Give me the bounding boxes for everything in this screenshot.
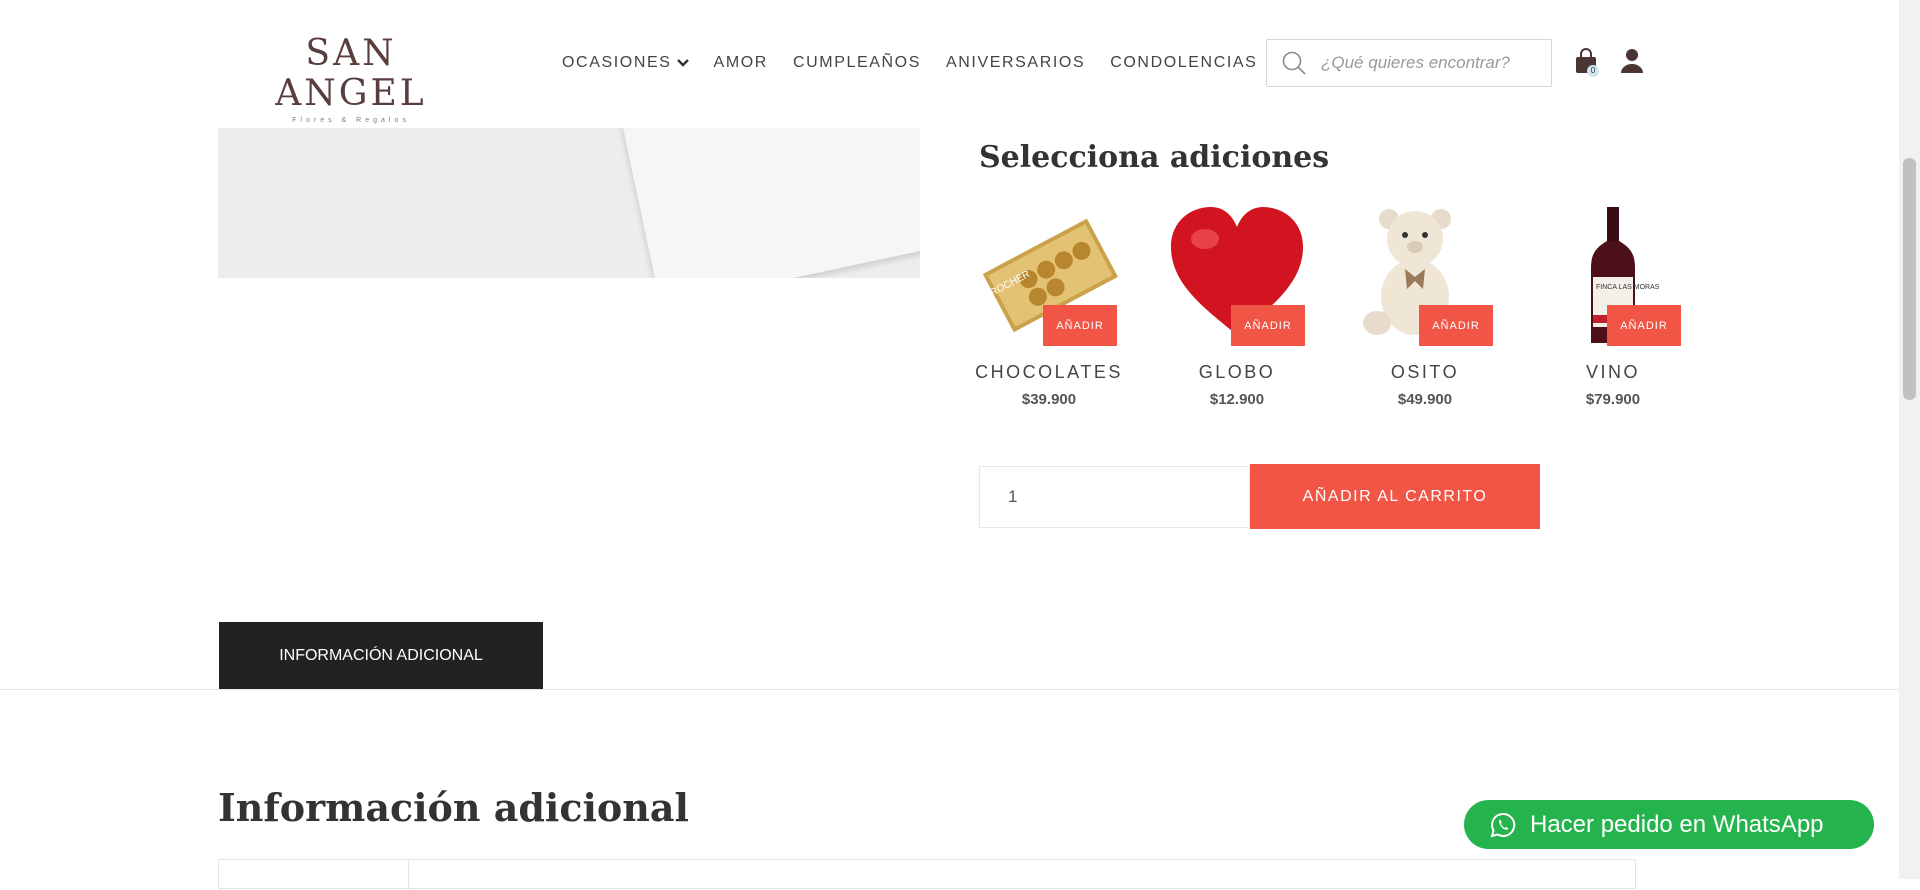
addon-price: $79.900 <box>1585 391 1641 408</box>
addon-name: OSITO <box>1390 362 1460 382</box>
add-osito-button[interactable]: AÑADIR <box>1419 305 1493 346</box>
quantity-input[interactable] <box>979 466 1250 528</box>
search-icon[interactable] <box>1281 50 1307 76</box>
search-box[interactable] <box>1266 39 1552 87</box>
addon-price: $39.900 <box>1021 391 1077 408</box>
nav-item-condolencias[interactable]: CONDOLENCIAS <box>1110 54 1257 72</box>
nav-item-aniversarios[interactable]: ANIVERSARIOS <box>946 54 1085 72</box>
nav-item-label: AMOR <box>713 54 768 71</box>
nav-item-ocasiones[interactable]: OCASIONES <box>562 54 689 72</box>
add-to-cart-button[interactable]: AÑADIR AL CARRITO <box>1250 464 1540 529</box>
addon-price: $12.900 <box>1209 391 1265 408</box>
add-chocolates-button[interactable]: AÑADIR <box>1043 305 1117 346</box>
addon-name: CHOCOLATES <box>975 362 1123 382</box>
page-scrollbar[interactable] <box>1899 0 1920 879</box>
nav-item-label: OCASIONES <box>562 54 672 71</box>
whatsapp-icon <box>1490 812 1516 837</box>
nav-item-label: CONDOLENCIAS <box>1110 54 1258 71</box>
search-input[interactable] <box>1319 52 1543 74</box>
wine-label-text: FINCA LAS MORAS <box>1596 284 1660 291</box>
tab-informacion-adicional[interactable]: INFORMACIÓN ADICIONAL <box>219 622 543 689</box>
main-nav: OCASIONES AMOR CUMPLEAÑOS ANIVERSARIOS C… <box>562 54 1282 72</box>
addon-name: GLOBO <box>1198 362 1276 382</box>
info-heading: Información adicional <box>218 785 689 830</box>
logo-text: SAN ANGEL <box>275 33 427 114</box>
whatsapp-label: Hacer pedido en WhatsApp <box>1530 810 1824 838</box>
logo-tagline: Flores & Regalos <box>292 117 410 124</box>
site-header: SAN ANGEL Flores & Regalos OCASIONES AMO… <box>0 0 1899 128</box>
chevron-down-icon <box>676 59 689 67</box>
nav-item-label: CUMPLEAÑOS <box>792 54 921 71</box>
addon-chocolates: ROCHER AÑADIR CHOCOLATES $39.900 <box>975 205 1120 415</box>
tab-label: INFORMACIÓN ADICIONAL <box>279 646 483 664</box>
addon-globo: AÑADIR GLOBO $12.900 <box>1167 205 1307 415</box>
nav-item-label: ANIVERSARIOS <box>945 54 1086 71</box>
addon-vino: FINCA LAS MORAS AÑADIR VINO $79.900 <box>1543 205 1683 415</box>
user-icon <box>1621 49 1643 73</box>
addon-price: $49.900 <box>1397 391 1453 408</box>
nav-item-cumpleanos[interactable]: CUMPLEAÑOS <box>793 54 921 72</box>
scrollbar-thumb[interactable] <box>1903 158 1916 400</box>
product-image <box>218 128 920 278</box>
logo[interactable]: SAN ANGEL Flores & Regalos <box>245 33 457 125</box>
info-table <box>218 859 1636 890</box>
cart-count-badge: 0 <box>1587 65 1599 77</box>
add-globo-button[interactable]: AÑADIR <box>1231 305 1305 346</box>
table-column-divider <box>408 860 409 890</box>
addon-osito: AÑADIR OSITO $49.900 <box>1355 205 1495 415</box>
cart-button[interactable]: 0 <box>1574 48 1599 78</box>
product-box <box>621 128 920 278</box>
account-button[interactable] <box>1620 48 1644 74</box>
tab-divider <box>0 689 1899 690</box>
nav-item-amor[interactable]: AMOR <box>714 54 768 72</box>
additions-title: Selecciona adiciones <box>979 140 1330 175</box>
add-vino-button[interactable]: AÑADIR <box>1607 305 1681 346</box>
whatsapp-order-button[interactable]: Hacer pedido en WhatsApp <box>1464 800 1874 849</box>
addon-name: VINO <box>1585 362 1640 382</box>
